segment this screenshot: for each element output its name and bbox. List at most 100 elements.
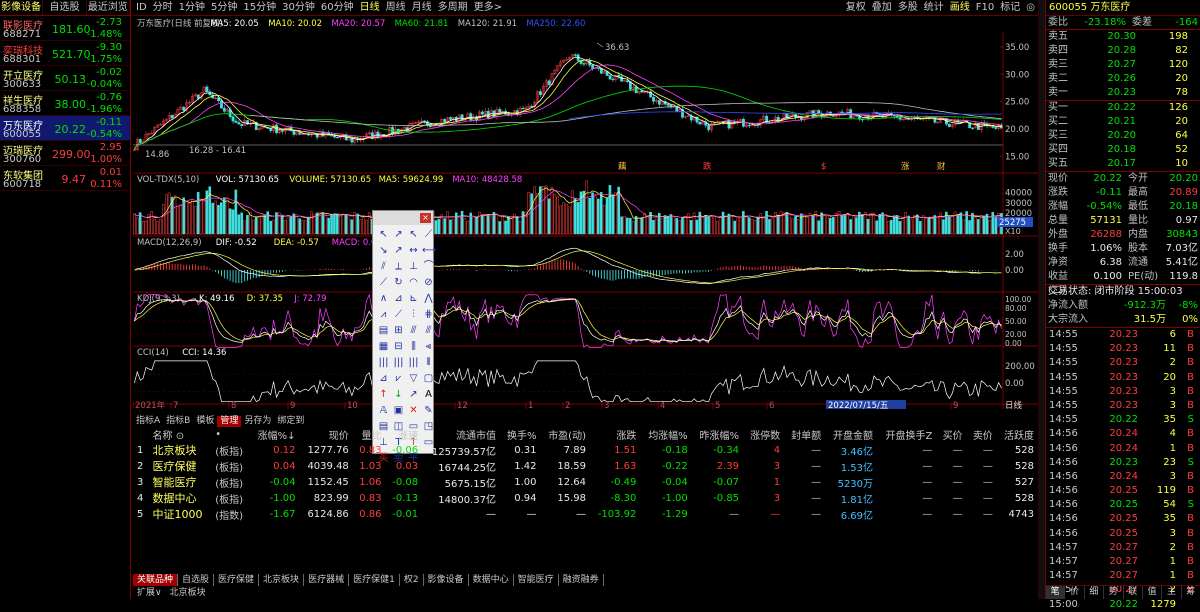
- indicator-tab[interactable]: 另存为: [241, 416, 274, 427]
- table-header-cell[interactable]: [133, 427, 149, 442]
- drawing-tool-icon[interactable]: ▢: [422, 372, 435, 385]
- table-row[interactable]: 4 数据中心 (板指) -1.00 823.99 0.83 -0.13 14800.37亿 0.…: [133, 490, 1038, 506]
- indicator-tab[interactable]: 管理: [217, 416, 242, 427]
- right-tab[interactable]: 价: [1065, 586, 1085, 599]
- tool-button[interactable]: 标记: [997, 0, 1023, 15]
- right-tab[interactable]: 细: [1085, 586, 1105, 599]
- drawing-tool-icon[interactable]: ↑: [377, 388, 390, 401]
- bid-level[interactable]: 买五 20.17 10: [1046, 157, 1200, 171]
- period-tab[interactable]: 5分钟: [208, 0, 240, 15]
- tool-button[interactable]: 多股: [895, 0, 921, 15]
- drawing-tool-icon[interactable]: ▦: [377, 340, 390, 353]
- period-tab[interactable]: 更多>: [471, 0, 505, 15]
- period-tab[interactable]: 周线: [383, 0, 409, 15]
- indicator-tab[interactable]: 绑定到: [274, 416, 307, 427]
- list-item[interactable]: 万东医疗 600055 20.22 -0.11 -0.54%: [0, 116, 130, 141]
- drawing-tool-icon[interactable]: ▽: [407, 372, 420, 385]
- drawing-tool-icon[interactable]: ▤: [377, 324, 390, 337]
- sector-tab[interactable]: 融资融券: [559, 574, 604, 586]
- sector-tab[interactable]: 数据中心: [469, 574, 514, 586]
- drawing-tool-icon[interactable]: ⊿: [392, 292, 405, 305]
- drawing-tool-icon[interactable]: ⫽: [377, 260, 390, 273]
- event-marker[interactable]: 跌: [703, 161, 712, 172]
- indicator-tab[interactable]: 指标A: [133, 416, 163, 427]
- sector-tab[interactable]: 医疗器械: [304, 574, 350, 586]
- bid-level[interactable]: 买一 20.22 126: [1046, 101, 1200, 115]
- table-header-cell[interactable]: 均涨幅%: [640, 427, 691, 442]
- period-tab[interactable]: 30分钟: [279, 0, 318, 15]
- table-header-cell[interactable]: 涨幅%↓: [250, 427, 300, 442]
- chart-area[interactable]: 35.00 30.00 25.00 20.00 15.00 36.63 14.86 16.28…: [132, 16, 1038, 411]
- sector-tab[interactable]: 关联品种: [133, 574, 179, 586]
- table-header-cell[interactable]: 涨跌: [590, 427, 640, 442]
- drawing-tool-icon[interactable]: ↗: [392, 228, 405, 241]
- drawing-tool-icon[interactable]: ⫻: [407, 324, 420, 337]
- table-header-cell[interactable]: 昨涨幅%: [692, 427, 743, 442]
- period-tab[interactable]: 60分钟: [318, 0, 357, 15]
- table-header-cell[interactable]: 开盘换手Z: [877, 427, 936, 442]
- ext-bar-item[interactable]: 扩展∨: [133, 587, 166, 599]
- list-item[interactable]: 迈瑞医疗 300760 299.00 2.95 1.00%: [0, 141, 130, 166]
- period-tab[interactable]: ID: [133, 0, 150, 15]
- drawing-tool-icon[interactable]: ⊥: [407, 260, 420, 273]
- sector-tab[interactable]: 医疗保健1: [349, 574, 400, 586]
- right-tab[interactable]: 主: [1162, 586, 1182, 599]
- drawing-tool-icon[interactable]: ⫶: [407, 308, 420, 321]
- sector-tab[interactable]: 影像设备: [424, 574, 469, 586]
- table-row[interactable]: 1 北京板块 (板指) 0.12 1277.76 0.83 -0.06 125739.57亿 0…: [133, 442, 1038, 458]
- table-header-cell[interactable]: 名称 ⊙: [149, 427, 212, 442]
- tab-favorites[interactable]: 自选股: [43, 0, 87, 15]
- table-header-cell[interactable]: 封单额: [784, 427, 825, 442]
- period-tab[interactable]: 日线: [357, 0, 383, 15]
- table-row[interactable]: 5 中证1000 (指数) -1.67 6124.86 0.86 -0.01 — — — -103.…: [133, 506, 1038, 522]
- right-tab[interactable]: 筹: [1182, 586, 1200, 599]
- drawing-tool-icon[interactable]: ↗: [392, 244, 405, 257]
- drawing-tool-icon[interactable]: ⫷: [422, 340, 435, 353]
- drawing-tool-icon[interactable]: ↻: [392, 276, 405, 289]
- ask-level[interactable]: 卖二 20.26 20: [1046, 72, 1200, 86]
- list-item[interactable]: 祥生医疗 688358 38.00 -0.76 -1.96%: [0, 91, 130, 116]
- list-item[interactable]: 东软集团 600718 9.47 0.01 0.11%: [0, 166, 130, 191]
- sector-tab[interactable]: 自选股: [178, 574, 215, 586]
- tool-button[interactable]: 统计: [921, 0, 947, 15]
- sector-tab[interactable]: 权2: [400, 574, 424, 586]
- drawing-tool-icon[interactable]: ⩘: [377, 308, 390, 321]
- right-tab[interactable]: 笔: [1046, 586, 1066, 599]
- sector-tab[interactable]: 医疗保健: [214, 574, 260, 586]
- right-tab[interactable]: 势: [1104, 586, 1124, 599]
- drawing-tool-icon[interactable]: ⟋: [422, 228, 435, 241]
- line-type-tag[interactable]: 日线: [1005, 400, 1023, 411]
- ask-level[interactable]: 卖一 20.23 78: [1046, 86, 1200, 100]
- drawing-tool-icon[interactable]: ⌒: [422, 260, 435, 273]
- drawing-tool-icon[interactable]: ↘: [377, 244, 390, 257]
- table-header-cell[interactable]: •: [211, 427, 250, 442]
- list-item[interactable]: 开立医疗 300633 50.13 -0.02 -0.04%: [0, 66, 130, 91]
- table-header-cell[interactable]: 涨停数: [743, 427, 784, 442]
- drawing-tool-icon[interactable]: ⊿: [377, 372, 390, 385]
- table-header-cell[interactable]: 流通市值: [422, 427, 500, 442]
- sector-tab[interactable]: 北京板块: [259, 574, 305, 586]
- toolbox-header[interactable]: ×: [373, 211, 433, 225]
- period-tab[interactable]: 多周期: [435, 0, 471, 15]
- ask-level[interactable]: 卖三 20.27 120: [1046, 58, 1200, 72]
- drawing-tool-icon[interactable]: ⋕: [422, 308, 435, 321]
- sector-tab[interactable]: 智能医疗: [514, 574, 559, 586]
- drawing-tool-icon[interactable]: ⩗: [392, 372, 405, 385]
- drawing-tool-icon[interactable]: ↔: [407, 244, 420, 257]
- bid-level[interactable]: 买二 20.21 20: [1046, 115, 1200, 129]
- drawing-tool-icon[interactable]: |||: [392, 356, 405, 369]
- drawing-tool-icon[interactable]: ↖: [377, 228, 390, 241]
- drawing-tool-icon[interactable]: ⟂: [392, 260, 405, 273]
- drawing-tool-icon[interactable]: ↓: [392, 388, 405, 401]
- drawing-tool-icon[interactable]: A: [422, 388, 435, 401]
- drawing-tool-icon[interactable]: ⋀: [422, 292, 435, 305]
- table-header-cell[interactable]: 涨速: [386, 427, 423, 442]
- list-item[interactable]: 奕瑞科技 688301 521.70 -9.30 -1.75%: [0, 41, 130, 66]
- ask-level[interactable]: 卖五 20.30 198: [1046, 30, 1200, 44]
- drawing-tool-icon[interactable]: ↗: [407, 388, 420, 401]
- period-tab[interactable]: 月线: [409, 0, 435, 15]
- tool-button[interactable]: 复权: [843, 0, 869, 15]
- price-pane[interactable]: 35.00 30.00 25.00 20.00 15.00 36.63 14.86 16.28…: [133, 42, 1029, 172]
- table-header-cell[interactable]: 开盘金额: [825, 427, 877, 442]
- drawing-tool-icon[interactable]: ⊟: [392, 340, 405, 353]
